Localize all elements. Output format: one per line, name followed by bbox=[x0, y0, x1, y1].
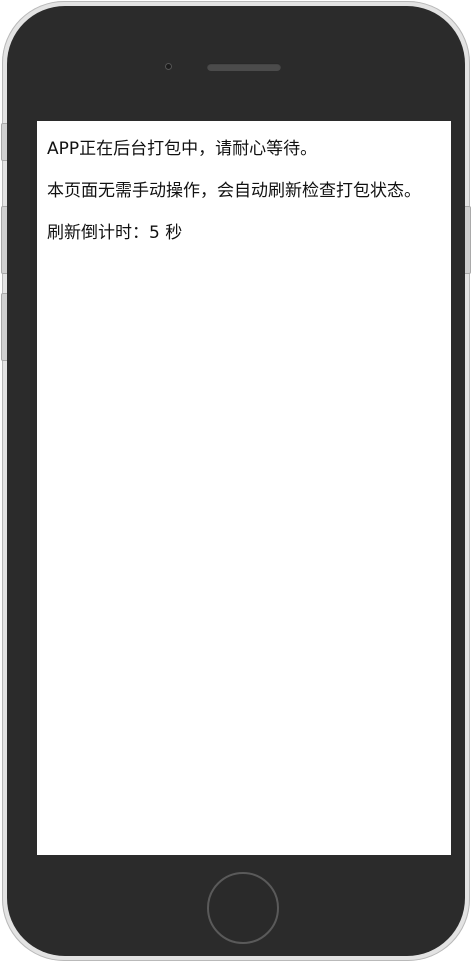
speaker-grille-icon bbox=[207, 63, 281, 71]
refresh-countdown: 刷新倒计时：5 秒 bbox=[47, 222, 441, 244]
auto-refresh-message: 本页面无需手动操作，会自动刷新检查打包状态。 bbox=[47, 181, 421, 201]
phone-bezel: APP正在后台打包中，请耐心等待。 本页面无需手动操作，会自动刷新检查打包状态。… bbox=[7, 6, 465, 956]
front-camera-icon bbox=[165, 63, 172, 70]
app-screen: APP正在后台打包中，请耐心等待。 本页面无需手动操作，会自动刷新检查打包状态。… bbox=[37, 121, 451, 855]
home-button-icon[interactable] bbox=[207, 872, 279, 944]
power-button bbox=[464, 206, 471, 274]
countdown-unit: 秒 bbox=[165, 223, 183, 243]
phone-frame: APP正在后台打包中，请耐心等待。 本页面无需手动操作，会自动刷新检查打包状态。… bbox=[1, 1, 471, 961]
countdown-value: 5 bbox=[149, 223, 160, 243]
countdown-label: 刷新倒计时： bbox=[47, 223, 149, 243]
packaging-status-message: APP正在后台打包中，请耐心等待。 bbox=[47, 139, 318, 159]
